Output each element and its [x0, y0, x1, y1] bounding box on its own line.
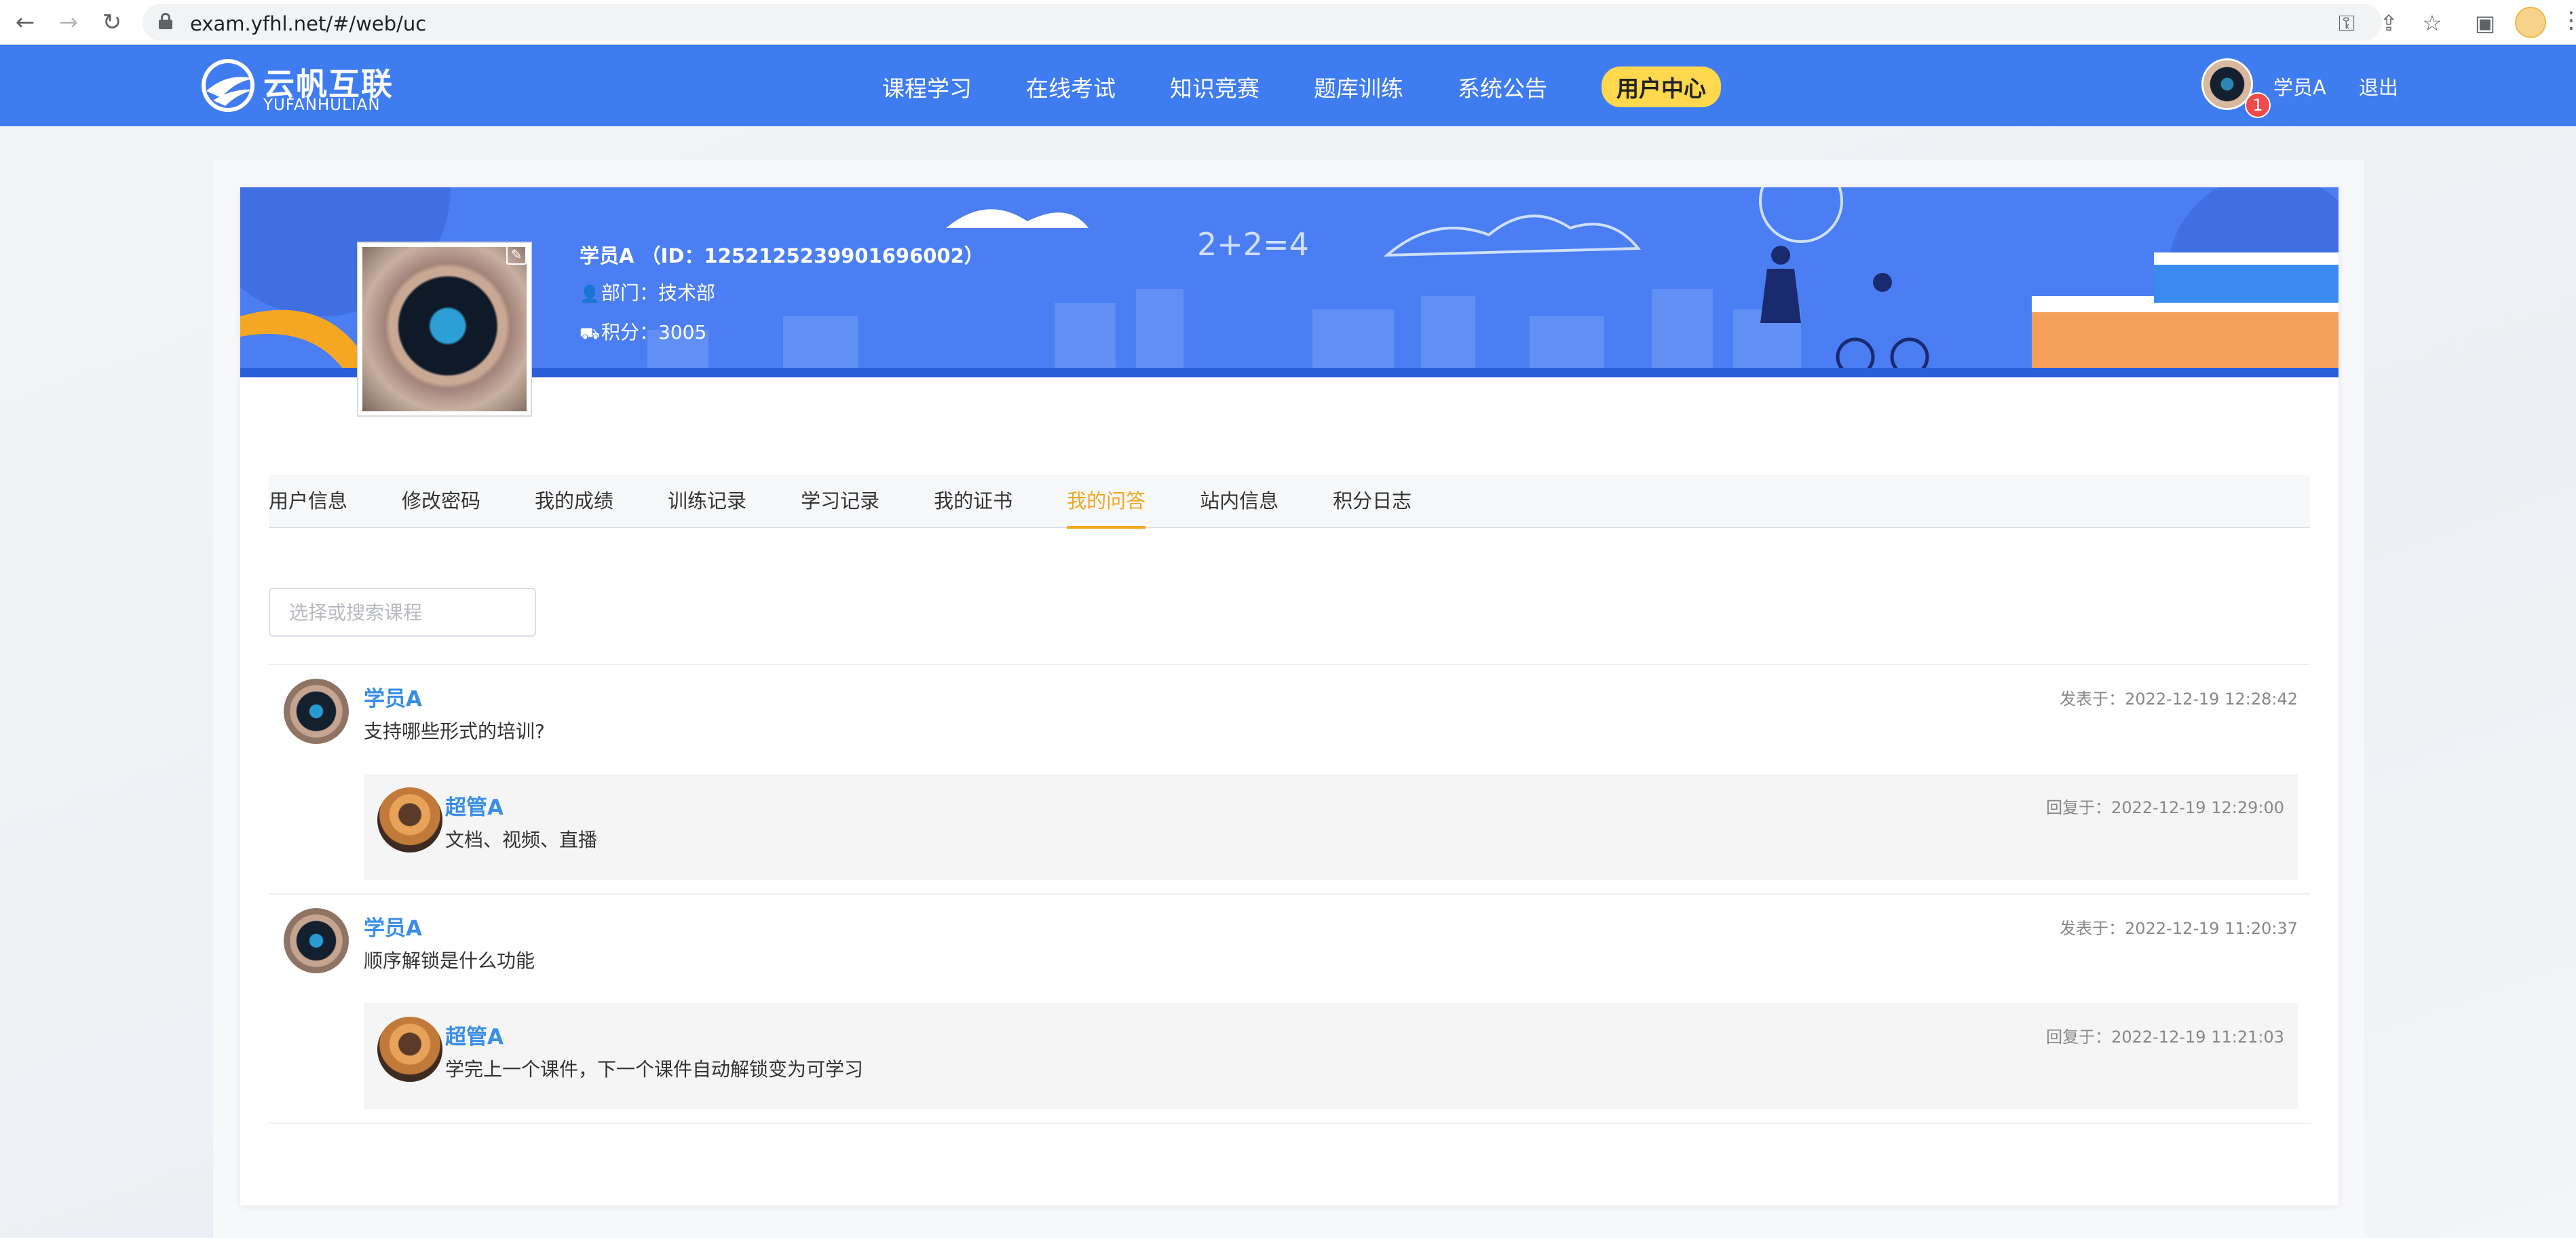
profile-banner: 2+2=4	[240, 187, 2338, 377]
reply-author-avatar	[377, 1017, 442, 1082]
logo-mark-icon	[202, 59, 255, 112]
notification-badge[interactable]: 1	[2245, 92, 2271, 118]
nav-online-exam[interactable]: 在线考试	[1026, 71, 1116, 103]
tab-my-scores[interactable]: 我的成绩	[535, 474, 613, 527]
site-header: 云帆互联 YUFANHULIAN 课程学习 在线考试 知识竞赛 题库训练 系统公…	[0, 45, 2576, 126]
lock-icon[interactable]	[159, 13, 172, 29]
reply-box	[364, 774, 2298, 880]
question-time: 发表于：2022-12-19 11:20:37	[2060, 919, 2298, 938]
tab-points-log[interactable]: 积分日志	[1333, 474, 1412, 527]
site-logo[interactable]: 云帆互联 YUFANHULIAN	[201, 57, 392, 115]
department-text: 部门：技术部	[601, 282, 716, 304]
question-author-name[interactable]: 学员A	[364, 681, 422, 712]
browser-menu-icon[interactable]: ⋮	[2560, 7, 2576, 34]
url-text[interactable]: exam.yfhl.net/#/web/uc	[190, 12, 426, 35]
reply-time: 回复于：2022-12-19 12:29:00	[2046, 798, 2284, 817]
forward-arrow-icon[interactable]: →	[54, 8, 83, 37]
profile-points: ⛟积分：3005	[580, 318, 706, 345]
user-icon: 👤	[580, 284, 600, 303]
profile-name-id: 学员A （ID：1252125239901696002）	[580, 244, 984, 267]
avatar-photo	[362, 247, 527, 411]
reply-author-avatar	[377, 787, 442, 852]
key-icon[interactable]: ⚿	[2333, 10, 2360, 37]
browser-toolbar: ← → ↻ exam.yfhl.net/#/web/uc ⚿ ⇪ ☆ ▣ ⋮	[0, 0, 2576, 45]
reply-text: 学完上一个课件，下一个课件自动解锁变为可学习	[445, 1058, 864, 1081]
question-author-name[interactable]: 学员A	[364, 911, 422, 941]
nav-question-bank[interactable]: 题库训练	[1314, 71, 1403, 103]
reply-time: 回复于：2022-12-19 11:21:03	[2046, 1028, 2284, 1047]
reload-icon[interactable]: ↻	[98, 8, 126, 37]
tab-study-records[interactable]: 学习记录	[801, 474, 879, 527]
logout-link[interactable]: 退出	[2359, 72, 2398, 100]
points-icon: ⛟	[580, 324, 601, 343]
course-search-input[interactable]	[269, 588, 536, 637]
tab-my-qa[interactable]: 我的问答	[1067, 474, 1146, 529]
reply-author-name[interactable]: 超管A	[445, 1019, 504, 1050]
tab-site-messages[interactable]: 站内信息	[1200, 474, 1278, 527]
banner-illustration: 2+2=4	[240, 187, 2338, 377]
question-time: 发表于：2022-12-19 12:28:42	[2060, 690, 2298, 709]
question-text: 支持哪些形式的培训?	[364, 720, 545, 743]
question-author-avatar	[284, 908, 349, 973]
browser-profile-avatar[interactable]	[2515, 7, 2546, 38]
tab-change-password[interactable]: 修改密码	[402, 474, 480, 527]
top-navigation: 课程学习 在线考试 知识竞赛 题库训练 系统公告 用户中心	[882, 67, 1775, 107]
nav-user-center[interactable]: 用户中心	[1602, 67, 1721, 107]
profile-department: 👤部门：技术部	[580, 278, 715, 305]
svg-text:2+2=4: 2+2=4	[1197, 226, 1309, 263]
tab-user-info[interactable]: 用户信息	[269, 474, 347, 527]
side-panel-icon[interactable]: ▣	[2471, 10, 2499, 37]
divider	[269, 664, 2310, 665]
points-text: 积分：3005	[601, 321, 707, 343]
user-center-tabs: 用户信息 修改密码 我的成绩 训练记录 学习记录 我的证书 我的问答 站内信息 …	[269, 474, 2310, 529]
question-text: 顺序解锁是什么功能	[364, 950, 535, 972]
address-bar[interactable]: exam.yfhl.net/#/web/uc	[143, 4, 2382, 41]
profile-avatar[interactable]	[357, 242, 532, 417]
nav-course-study[interactable]: 课程学习	[882, 71, 972, 103]
edit-avatar-icon[interactable]: ✎	[506, 244, 527, 265]
logo-en-text: YUFANHULIAN	[263, 96, 381, 114]
divider	[269, 893, 2310, 895]
back-arrow-icon[interactable]: ←	[11, 8, 39, 37]
share-icon[interactable]: ⇪	[2375, 10, 2402, 37]
reply-author-name[interactable]: 超管A	[445, 790, 504, 821]
header-username[interactable]: 学员A	[2273, 72, 2326, 100]
nav-knowledge-contest[interactable]: 知识竞赛	[1170, 71, 1259, 103]
nav-announcements[interactable]: 系统公告	[1458, 71, 1547, 103]
reply-text: 文档、视频、直播	[445, 829, 598, 851]
divider	[269, 1123, 2310, 1124]
question-author-avatar	[284, 679, 349, 744]
tab-training-records[interactable]: 训练记录	[668, 474, 746, 527]
bookmark-star-icon[interactable]: ☆	[2419, 10, 2446, 37]
tab-my-certificates[interactable]: 我的证书	[934, 474, 1012, 527]
